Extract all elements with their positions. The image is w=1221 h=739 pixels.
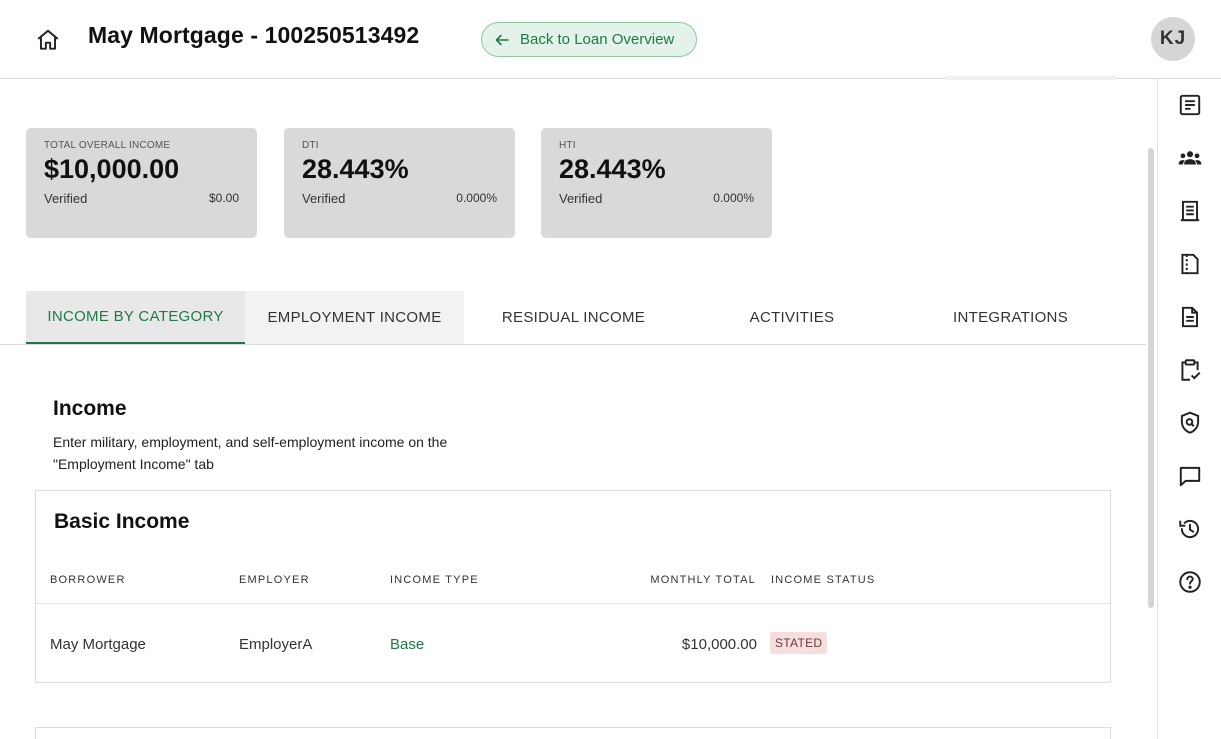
- dropdown-shadow: [945, 76, 1117, 80]
- basic-income-title: Basic Income: [54, 510, 190, 533]
- tab-residual-income[interactable]: RESIDUAL INCOME: [464, 291, 683, 344]
- help-icon[interactable]: [1177, 569, 1203, 595]
- clipboard-check-icon[interactable]: [1177, 357, 1203, 383]
- metric-value: 28.443%: [302, 154, 409, 184]
- column-header-borrower: BORROWER: [50, 574, 126, 586]
- right-sidebar: [1157, 79, 1221, 739]
- chat-icon[interactable]: [1177, 463, 1203, 489]
- column-header-monthly-total: MONTHLY TOTAL: [650, 574, 756, 586]
- income-section-title: Income: [53, 397, 127, 420]
- cell-income-type-link[interactable]: Base: [390, 636, 424, 653]
- metric-value: $10,000.00: [44, 154, 180, 184]
- status-badge: STATED: [770, 632, 828, 654]
- people-icon[interactable]: [1177, 145, 1203, 171]
- cell-employer: EmployerA: [239, 636, 313, 653]
- document-icon[interactable]: [1177, 304, 1203, 330]
- basic-income-card: Basic Income BORROWER EMPLOYER INCOME TY…: [35, 490, 1111, 683]
- back-to-loan-overview-button[interactable]: Back to Loan Overview: [481, 22, 697, 57]
- cell-monthly-total: $10,000.00: [681, 636, 757, 653]
- tab-activities[interactable]: ACTIVITIES: [683, 291, 901, 344]
- metric-label: TOTAL OVERALL INCOME: [44, 140, 171, 151]
- next-income-card: [35, 727, 1111, 739]
- back-button-label: Back to Loan Overview: [520, 31, 675, 48]
- tab-income-by-category[interactable]: INCOME BY CATEGORY: [26, 291, 245, 344]
- metric-label: DTI: [302, 140, 319, 151]
- tab-employment-income[interactable]: EMPLOYMENT INCOME: [245, 291, 464, 344]
- metric-sub-value: 0.000%: [456, 191, 497, 205]
- income-section-description: Enter military, employment, and self-emp…: [53, 434, 448, 472]
- row-divider: [36, 603, 1110, 604]
- income-tabs: INCOME BY CATEGORY EMPLOYMENT INCOME RES…: [0, 291, 1146, 345]
- tab-integrations[interactable]: INTEGRATIONS: [901, 291, 1120, 344]
- column-header-employer: EMPLOYER: [239, 574, 310, 586]
- app-header: May Mortgage - 100250513492 Back to Loan…: [0, 0, 1221, 79]
- cell-borrower: May Mortgage: [50, 636, 146, 653]
- metric-value: 28.443%: [559, 154, 666, 184]
- column-header-income-status: INCOME STATUS: [771, 574, 876, 586]
- metric-sub-value: 0.000%: [713, 191, 754, 205]
- metric-sub-label: Verified: [559, 191, 603, 206]
- metric-sub-value: $0.00: [208, 191, 239, 205]
- scrollbar[interactable]: [1148, 148, 1154, 608]
- metric-sub-label: Verified: [302, 191, 346, 206]
- user-avatar[interactable]: KJ: [1151, 17, 1195, 61]
- shield-search-icon[interactable]: [1177, 410, 1203, 436]
- history-icon[interactable]: [1177, 516, 1203, 542]
- column-header-income-type: INCOME TYPE: [390, 574, 479, 586]
- metric-card-hti: HTI 28.443% Verified 0.000%: [541, 128, 772, 238]
- document-split-icon[interactable]: [1177, 251, 1203, 277]
- metric-card-dti: DTI 28.443% Verified 0.000%: [284, 128, 515, 238]
- metric-label: HTI: [559, 140, 576, 151]
- page-title: May Mortgage - 100250513492: [88, 22, 420, 48]
- metric-card-total-income: TOTAL OVERALL INCOME $10,000.00 Verified…: [26, 128, 257, 238]
- metric-sub-label: Verified: [44, 191, 88, 206]
- receipt-icon[interactable]: [1177, 198, 1203, 224]
- arrow-left-icon: [495, 34, 509, 45]
- notes-icon[interactable]: [1177, 92, 1203, 118]
- home-icon[interactable]: [35, 27, 61, 53]
